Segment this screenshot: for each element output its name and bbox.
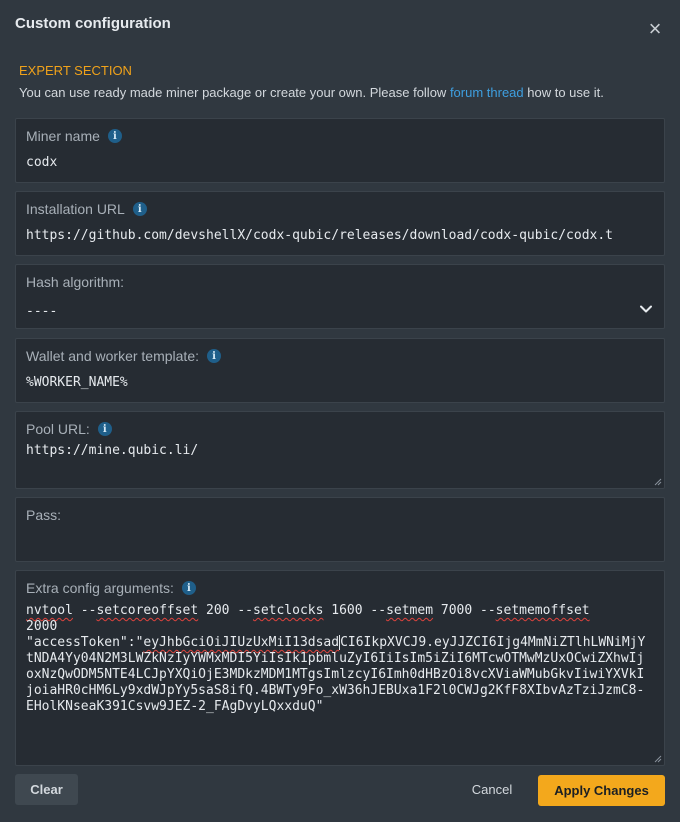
pool-url-field[interactable]: Pool URL: i https://mine.qubic.li/ — [15, 411, 665, 489]
chevron-down-icon[interactable] — [640, 303, 652, 315]
miner-name-label-text: Miner name — [26, 128, 100, 144]
description-text: You can use ready made miner package or … — [19, 85, 450, 100]
miner-name-input[interactable]: codx — [26, 155, 656, 170]
extra-config-label-text: Extra config arguments: — [26, 580, 174, 596]
info-icon[interactable]: i — [181, 581, 196, 595]
dialog-title: Custom configuration — [15, 15, 171, 32]
spell-error: setclocks — [253, 603, 324, 618]
spell-error: setcoreoffset — [96, 603, 199, 618]
miner-name-label: Miner name i — [26, 128, 122, 144]
info-icon[interactable]: i — [207, 349, 221, 363]
text-segment: 1600 -- — [323, 603, 387, 618]
installation-url-label: Installation URL i — [26, 201, 147, 217]
text-segment: -- — [72, 603, 97, 618]
spell-error: setmemoffset — [495, 603, 590, 618]
apply-changes-button[interactable]: Apply Changes — [538, 775, 665, 806]
miner-name-field[interactable]: Miner name i codx — [15, 118, 665, 183]
pool-url-label: Pool URL: i — [26, 421, 112, 437]
text-segment: 200 -- — [198, 603, 253, 618]
extra-config-label: Extra config arguments: i — [26, 580, 196, 596]
resize-grip-icon[interactable] — [654, 478, 662, 486]
custom-config-dialog: Custom configuration × EXPERT SECTION Yo… — [0, 0, 680, 822]
installation-url-field[interactable]: Installation URL i https://github.com/de… — [15, 191, 665, 256]
pool-url-input[interactable]: https://mine.qubic.li/ — [26, 443, 656, 458]
hash-algorithm-label: Hash algorithm: — [26, 274, 125, 290]
pass-field[interactable]: Pass: — [15, 497, 665, 562]
description-text-end: how to use it. — [523, 85, 604, 100]
wallet-template-label: Wallet and worker template: i — [26, 348, 221, 364]
wallet-template-input[interactable]: %WORKER_NAME% — [26, 375, 656, 390]
installation-url-label-text: Installation URL — [26, 201, 125, 217]
text-segment: 2000 — [26, 619, 58, 634]
info-icon[interactable]: i — [97, 422, 112, 436]
wallet-template-field[interactable]: Wallet and worker template: i %WORKER_NA… — [15, 338, 665, 403]
text-segment: "accessToken":" — [26, 635, 144, 650]
close-icon[interactable]: × — [645, 18, 665, 40]
hash-algorithm-field[interactable]: Hash algorithm: ---- — [15, 264, 665, 329]
hash-algorithm-select[interactable]: ---- — [26, 304, 656, 319]
info-icon[interactable]: i — [107, 129, 122, 143]
wallet-template-label-text: Wallet and worker template: — [26, 348, 199, 364]
spell-error: setmem — [386, 603, 434, 618]
resize-grip-icon[interactable] — [654, 755, 662, 763]
extra-config-textarea[interactable]: nvtool --setcoreoffset 200 --setclocks 1… — [26, 603, 646, 715]
spell-error: nvtool — [26, 603, 73, 618]
extra-config-field[interactable]: Extra config arguments: i nvtool --setco… — [15, 570, 665, 766]
installation-url-input[interactable]: https://github.com/devshellX/codx-qubic/… — [26, 228, 656, 243]
pass-label: Pass: — [26, 507, 62, 523]
info-icon[interactable]: i — [132, 202, 147, 216]
pool-url-label-text: Pool URL: — [26, 421, 90, 437]
forum-thread-link[interactable]: forum thread — [450, 85, 524, 100]
clear-button[interactable]: Clear — [15, 774, 78, 805]
expert-section-description: You can use ready made miner package or … — [19, 85, 604, 100]
text-segment: 7000 -- — [433, 603, 496, 618]
cancel-button[interactable]: Cancel — [458, 774, 526, 805]
expert-section-label: EXPERT SECTION — [19, 63, 132, 78]
spell-error: eyJhbGciOiJIUzUxMiI13dsad — [143, 635, 340, 650]
